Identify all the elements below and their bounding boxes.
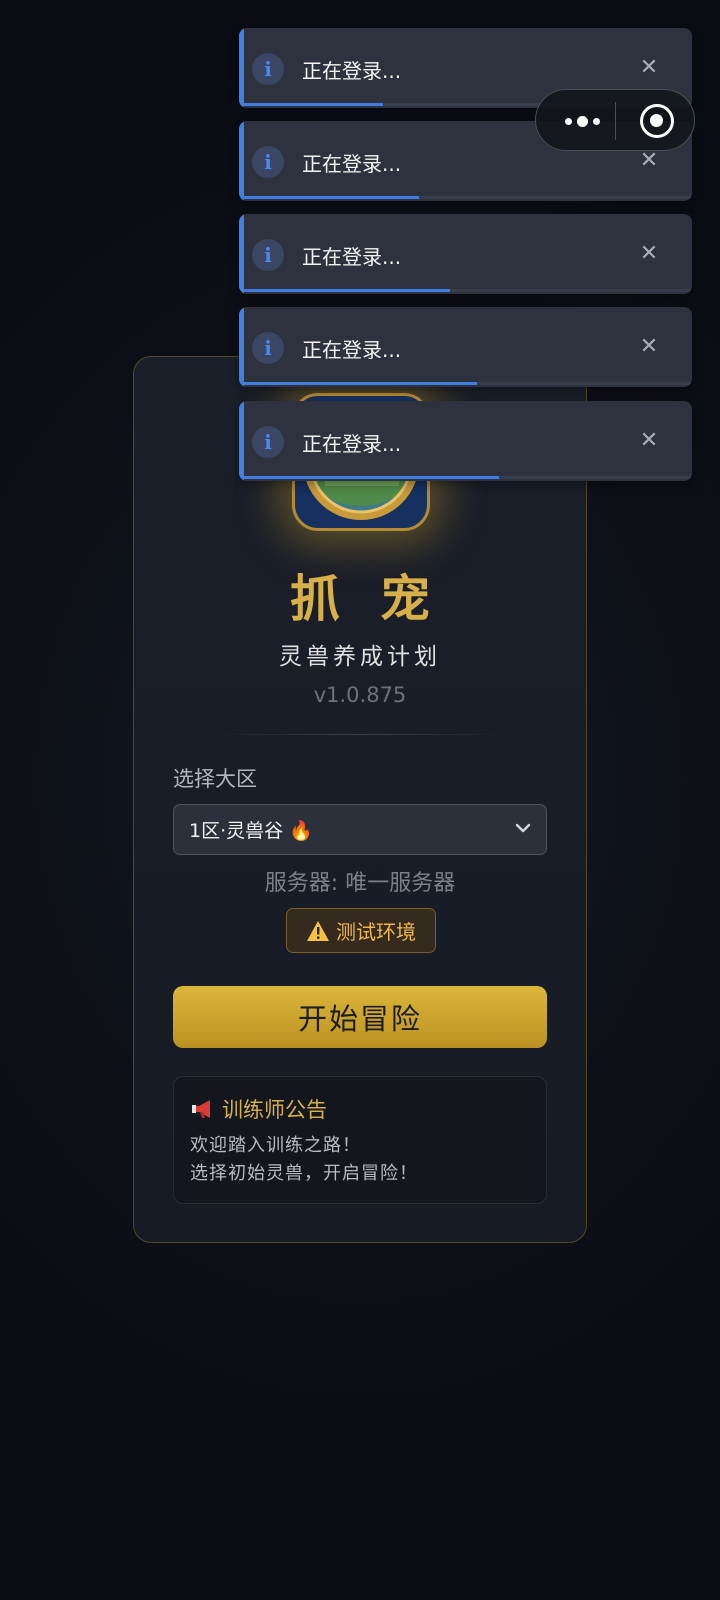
login-card: 抓宠 灵兽养成计划 v1.0.875 选择大区 1区·灵兽谷 🔥 服务器: 唯一… — [133, 356, 587, 1243]
info-icon: i — [252, 53, 284, 85]
close-icon[interactable]: ✕ — [636, 333, 662, 359]
info-icon: i — [252, 426, 284, 458]
announcement-header: 训练师公告 — [190, 1094, 530, 1124]
toast-progress-bar — [244, 103, 383, 106]
info-icon: i — [252, 332, 284, 364]
announcement-body: 欢迎踏入训练之路！ 选择初始灵兽，开启冒险！ — [190, 1132, 530, 1188]
announcement-line: 选择初始灵兽，开启冒险！ — [190, 1163, 418, 1184]
toast-progress-bar — [244, 382, 477, 385]
capsule-divider — [615, 102, 616, 140]
chevron-down-icon — [515, 823, 531, 833]
toast-notification: i 正在登录... ✕ — [239, 307, 692, 387]
env-badge: 测试环境 — [286, 908, 436, 953]
close-icon[interactable]: ✕ — [636, 240, 662, 266]
server-info: 服务器: 唯一服务器 — [264, 871, 456, 896]
toast-progress-bar — [244, 289, 450, 292]
app-subtitle: 灵兽养成计划 — [279, 644, 441, 670]
region-label: 选择大区 — [173, 767, 257, 791]
announcement-line: 欢迎踏入训练之路！ — [190, 1135, 361, 1156]
region-select[interactable]: 1区·灵兽谷 🔥 — [173, 804, 547, 855]
toast-notification: i 正在登录... ✕ — [239, 214, 692, 294]
toast-message: 正在登录... — [302, 338, 402, 362]
close-icon[interactable]: ✕ — [636, 427, 662, 453]
app-version: v1.0.875 — [313, 683, 407, 707]
app-title: 抓宠 — [290, 570, 470, 628]
close-miniprogram-icon[interactable] — [640, 104, 674, 138]
megaphone-icon — [192, 1100, 210, 1118]
toast-progress-bar — [244, 476, 499, 479]
toast-message: 正在登录... — [302, 432, 402, 456]
divider — [212, 734, 508, 735]
info-icon: i — [252, 146, 284, 178]
more-menu-icon[interactable] — [556, 109, 608, 133]
toast-progress-bar — [244, 196, 419, 199]
toast-notification: i 正在登录... ✕ — [239, 401, 692, 481]
close-icon[interactable]: ✕ — [636, 54, 662, 80]
warning-icon — [307, 920, 329, 941]
toast-message: 正在登录... — [302, 152, 402, 176]
toast-message: 正在登录... — [302, 59, 402, 83]
announcement-title: 训练师公告 — [222, 1098, 327, 1122]
start-adventure-button[interactable]: 开始冒险 — [173, 986, 547, 1048]
env-badge-label: 测试环境 — [336, 920, 416, 944]
region-selected-value: 1区·灵兽谷 🔥 — [189, 820, 313, 842]
miniprogram-capsule — [535, 89, 695, 151]
toast-message: 正在登录... — [302, 245, 402, 269]
announcement-panel: 训练师公告 欢迎踏入训练之路！ 选择初始灵兽，开启冒险！ — [173, 1076, 547, 1204]
info-icon: i — [252, 239, 284, 271]
